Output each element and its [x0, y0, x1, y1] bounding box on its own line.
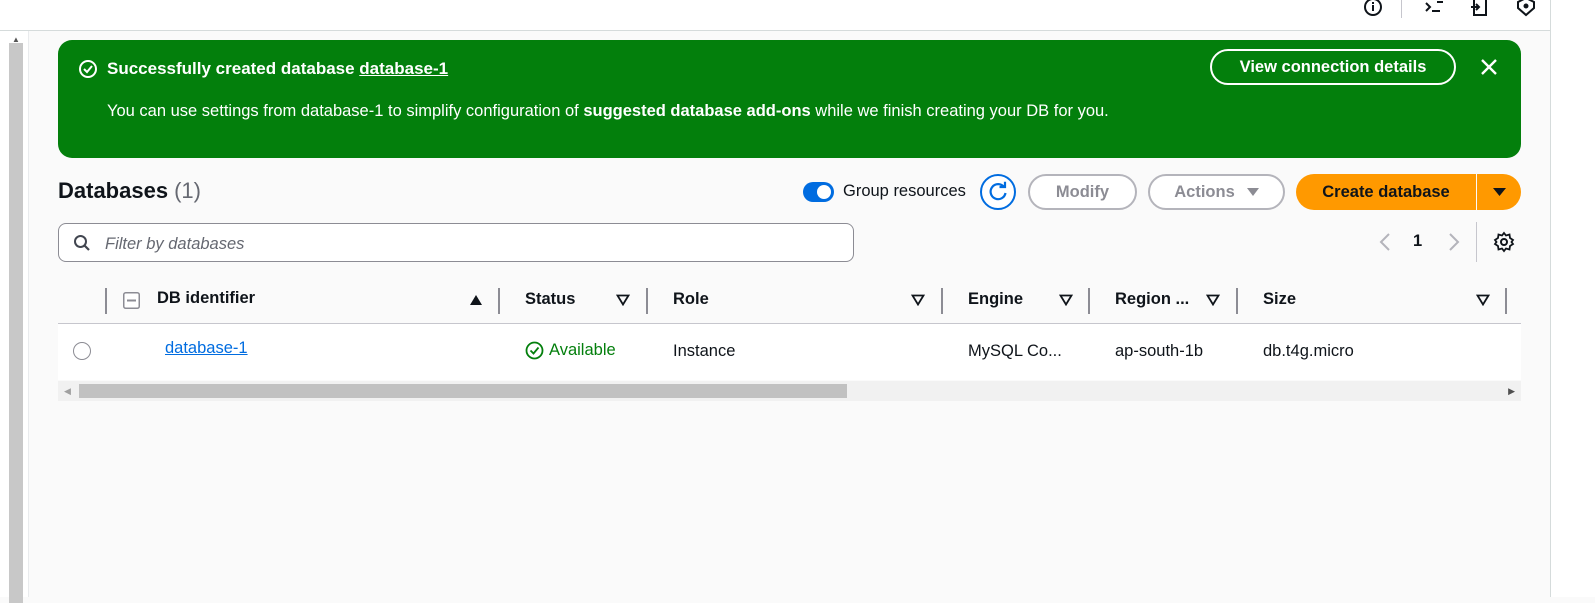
size-cell: db.t4g.micro [1263, 342, 1354, 360]
flash-headline: Successfully created database database-1 [107, 59, 448, 79]
modify-button[interactable]: Modify [1028, 174, 1137, 210]
status-badge: Available [525, 341, 616, 360]
shield-icon[interactable] [1512, 0, 1540, 18]
resource-count: (1) [174, 178, 201, 203]
column-header-role[interactable]: Role [673, 290, 709, 309]
export-icon[interactable] [1466, 0, 1494, 18]
flash-body: You can use settings from database-1 to … [107, 102, 1109, 121]
column-header-status[interactable]: Status [525, 290, 575, 309]
select-all-checkbox[interactable] [123, 292, 140, 309]
success-flash-banner: Successfully created database database-1… [58, 40, 1521, 158]
engine-cell: MySQL Co... [968, 342, 1062, 360]
scroll-right-icon[interactable]: ▶ [1508, 386, 1515, 397]
chevron-left-icon[interactable] [1378, 232, 1392, 252]
current-page-number[interactable]: 1 [1413, 232, 1422, 251]
region-cell: ap-south-1b [1115, 342, 1204, 360]
view-connection-details-button[interactable]: View connection details [1210, 49, 1456, 85]
column-divider[interactable] [1088, 288, 1090, 314]
column-divider[interactable] [1505, 288, 1507, 314]
column-header-db-identifier[interactable]: DB identifier [157, 289, 255, 308]
chevron-right-icon[interactable] [1447, 232, 1461, 252]
gear-icon[interactable] [1493, 231, 1515, 253]
role-cell: Instance [673, 342, 736, 360]
scrollbar-thumb[interactable] [79, 384, 847, 398]
actions-button[interactable]: Actions [1148, 174, 1285, 210]
filter-box [58, 223, 854, 262]
flash-body-bold: suggested database add-ons [583, 102, 811, 120]
caret-down-icon [1492, 188, 1506, 196]
sort-ascending-icon[interactable] [469, 294, 483, 306]
refresh-icon [989, 181, 1007, 201]
scroll-left-icon[interactable]: ◀ [64, 386, 71, 397]
column-divider[interactable] [498, 288, 500, 314]
flash-database-link[interactable]: database-1 [359, 59, 448, 78]
left-scrollbar[interactable]: ▲ [0, 31, 29, 603]
flash-body-post: while we finish creating your DB for you… [810, 102, 1109, 120]
column-divider [105, 288, 107, 314]
info-icon[interactable] [1359, 0, 1387, 18]
table-horizontal-scrollbar[interactable]: ◀ ▶ [58, 381, 1521, 401]
top-bar [0, 0, 1550, 31]
status-text: Available [549, 341, 616, 359]
actions-label: Actions [1174, 182, 1235, 201]
right-panel-edge [1550, 0, 1595, 597]
column-header-region[interactable]: Region ... [1115, 290, 1189, 309]
close-icon[interactable] [1478, 56, 1500, 78]
refresh-button[interactable] [980, 174, 1016, 210]
sort-icon[interactable] [616, 294, 630, 306]
flash-body-pre: You can use settings from database-1 to … [107, 102, 584, 120]
group-resources-label: Group resources [843, 182, 966, 200]
sort-icon[interactable] [1206, 294, 1220, 306]
sort-icon[interactable] [1476, 294, 1490, 306]
row-select-radio[interactable] [73, 342, 91, 360]
column-divider[interactable] [1236, 288, 1238, 314]
cloudshell-icon[interactable] [1420, 0, 1448, 18]
page-title: Databases (1) [58, 178, 201, 204]
top-divider [1401, 0, 1402, 18]
column-header-engine[interactable]: Engine [968, 290, 1023, 309]
caret-down-icon [1246, 188, 1259, 196]
flash-headline-text: Successfully created database [107, 59, 360, 78]
sort-icon[interactable] [1059, 294, 1073, 306]
check-circle-icon [525, 341, 544, 360]
column-header-size[interactable]: Size [1263, 290, 1296, 309]
top-icon-group [1341, 0, 1540, 18]
group-resources-toggle[interactable] [803, 182, 834, 202]
sort-icon[interactable] [911, 294, 925, 306]
search-icon [74, 235, 90, 251]
create-database-button[interactable]: Create database [1296, 174, 1476, 210]
pagination-divider [1476, 222, 1477, 262]
check-circle-icon [79, 60, 97, 78]
create-database-dropdown[interactable] [1477, 174, 1521, 210]
column-divider[interactable] [941, 288, 943, 314]
page-title-text: Databases [58, 178, 169, 203]
filter-input[interactable] [103, 231, 847, 257]
column-divider[interactable] [646, 288, 648, 314]
left-scroll-track[interactable] [9, 43, 23, 603]
db-identifier-link[interactable]: database-1 [165, 339, 248, 358]
